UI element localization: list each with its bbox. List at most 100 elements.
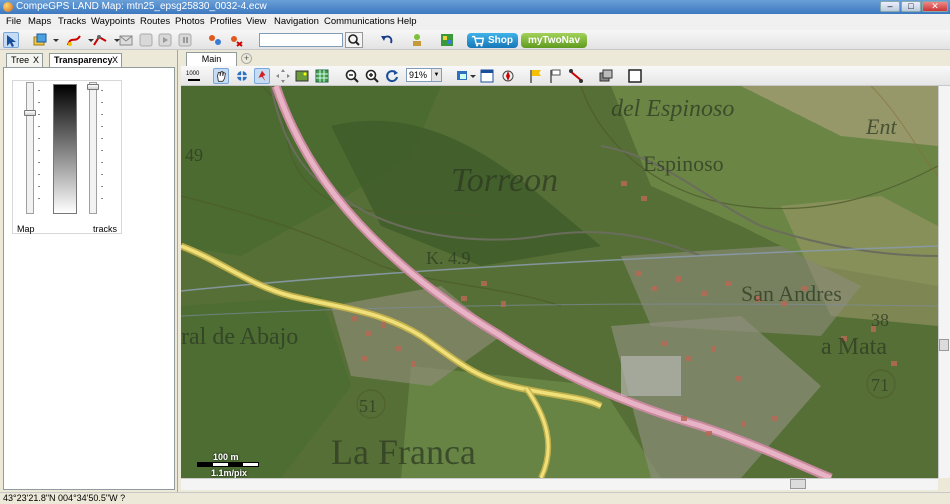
- window-title: CompeGPS LAND Map: mtn25_epsg25830_0032-…: [16, 1, 267, 12]
- map-label-ent: Ent: [865, 114, 897, 139]
- route-tool-icon[interactable]: [92, 32, 108, 48]
- mail-icon[interactable]: [118, 32, 134, 48]
- map-tab-row: [181, 50, 950, 67]
- fullscreen-icon[interactable]: [627, 68, 643, 84]
- menu-profiles[interactable]: Profiles: [210, 16, 242, 27]
- menu-photos[interactable]: Photos: [175, 16, 205, 27]
- tab-transparency-close[interactable]: X: [112, 54, 118, 66]
- photo-map-icon[interactable]: [294, 68, 310, 84]
- chevron-down-icon[interactable]: [469, 68, 477, 84]
- measure-icon[interactable]: [568, 68, 584, 84]
- tracks-slider-thumb[interactable]: [87, 84, 99, 90]
- pause-icon[interactable]: [177, 32, 193, 48]
- slider-ticks: [101, 90, 103, 210]
- tab-tree[interactable]: Tree X: [6, 53, 43, 67]
- scale-resolution: 1.1m/pix: [211, 468, 248, 478]
- cart-icon: [471, 35, 485, 47]
- tab-tree-close[interactable]: X: [33, 54, 39, 66]
- menu-file[interactable]: File: [6, 16, 21, 27]
- map-slider-label: Map: [17, 224, 35, 234]
- undo-icon[interactable]: [379, 32, 395, 48]
- chevron-down-icon[interactable]: ▼: [431, 69, 441, 81]
- zoom-out-icon[interactable]: [344, 68, 360, 84]
- horizontal-scroll-thumb[interactable]: [790, 479, 806, 489]
- select-area-icon[interactable]: [234, 68, 250, 84]
- layers-icon[interactable]: [598, 68, 614, 84]
- menu-view[interactable]: View: [246, 16, 266, 27]
- slider-ticks: [38, 90, 40, 210]
- tab-tree-label: Tree: [11, 55, 30, 65]
- waypoints-remove-icon[interactable]: [228, 32, 244, 48]
- map-label-la-franca: La Franca: [331, 432, 476, 472]
- tab-transparency[interactable]: Transparency X: [49, 53, 122, 68]
- title-bar: CompeGPS LAND Map: mtn25_epsg25830_0032-…: [0, 0, 950, 14]
- menu-tracks[interactable]: Tracks: [58, 16, 86, 27]
- compass-icon[interactable]: [500, 68, 516, 84]
- maps-grid-icon[interactable]: [439, 32, 455, 48]
- add-tab-button[interactable]: +: [241, 53, 252, 64]
- play-icon[interactable]: [157, 32, 173, 48]
- zoom-value: 91%: [409, 70, 428, 80]
- map-layers-icon[interactable]: [32, 32, 48, 48]
- status-bar: [0, 492, 950, 504]
- chevron-down-icon[interactable]: [48, 32, 59, 48]
- menu-waypoints[interactable]: Waypoints: [91, 16, 135, 27]
- tracks-transparency-slider[interactable]: [89, 82, 97, 214]
- maximize-button[interactable]: □: [901, 1, 921, 12]
- chevron-down-icon[interactable]: [109, 32, 120, 48]
- grid-icon[interactable]: [314, 68, 330, 84]
- map-label-a-mata: a Mata: [821, 334, 887, 360]
- menu-routes[interactable]: Routes: [140, 16, 170, 27]
- close-button[interactable]: ✕: [922, 1, 948, 12]
- vertical-scrollbar[interactable]: [938, 86, 950, 478]
- select-tool-icon[interactable]: [3, 32, 19, 48]
- zoom-select[interactable]: 91% ▼: [406, 68, 442, 82]
- chevron-down-icon[interactable]: [83, 32, 94, 48]
- map-label-51: 51: [359, 396, 377, 416]
- map-slider-thumb[interactable]: [24, 110, 36, 116]
- move-icon[interactable]: [275, 68, 291, 84]
- gps-device-icon[interactable]: [409, 32, 425, 48]
- pan-hand-icon[interactable]: [213, 68, 229, 84]
- mytwonav-button[interactable]: myTwoNav: [521, 33, 587, 48]
- record-icon[interactable]: [138, 32, 154, 48]
- coordinates-value: 43°23'21.8"N 004°34'50.5"W: [3, 493, 118, 503]
- window-icon[interactable]: [479, 68, 495, 84]
- map-label-k49: K. 4.9: [426, 248, 471, 268]
- map-label-torreon: Torreon: [451, 162, 558, 199]
- status-extra: ?: [120, 493, 126, 503]
- shop-button[interactable]: Shop: [467, 33, 518, 48]
- waypoints-add-icon[interactable]: [207, 32, 223, 48]
- transparency-gradient: [53, 84, 77, 214]
- map-view[interactable]: Torreon Espinoso del Espinoso K. 4.9 ral…: [181, 86, 938, 478]
- minimize-button[interactable]: –: [880, 1, 900, 12]
- tab-main-window[interactable]: Main window: [186, 52, 237, 77]
- cursor-coordinates: 43°23'21.8"N 004°34'50.5"W ?: [3, 493, 125, 503]
- tracks-slider-label: tracks: [93, 224, 118, 234]
- flag-route-icon[interactable]: [548, 68, 564, 84]
- map-label-san-andres: San Andres: [741, 281, 842, 306]
- menu-bar: File Maps Tracks Waypoints Routes Photos…: [0, 14, 950, 30]
- menu-navigation[interactable]: Navigation: [274, 16, 319, 27]
- menu-communications[interactable]: Communications: [324, 16, 395, 27]
- tab-transparency-label: Transparency: [54, 55, 113, 65]
- menu-maps[interactable]: Maps: [28, 16, 51, 27]
- map-label-49: 49: [185, 145, 203, 165]
- track-tool-icon[interactable]: [66, 32, 82, 48]
- map-transparency-slider[interactable]: [26, 82, 34, 214]
- scale-bar: [197, 462, 259, 467]
- map-label-71: 71: [871, 375, 889, 395]
- search-input[interactable]: [259, 33, 343, 47]
- search-icon[interactable]: [345, 32, 363, 48]
- place-waypoint-icon[interactable]: [254, 68, 270, 84]
- scale-1000-icon[interactable]: 1000: [186, 68, 202, 84]
- flag-icon[interactable]: [528, 68, 544, 84]
- main-toolbar: Shop myTwoNav: [0, 30, 950, 50]
- refresh-icon[interactable]: [384, 68, 400, 84]
- map-scale: 100 m 1.1m/pix: [195, 452, 261, 479]
- horizontal-scrollbar[interactable]: [181, 478, 938, 490]
- vertical-scroll-thumb[interactable]: [939, 339, 949, 351]
- menu-help[interactable]: Help: [397, 16, 417, 27]
- svg-text:1000: 1000: [186, 71, 200, 77]
- zoom-in-icon[interactable]: [364, 68, 380, 84]
